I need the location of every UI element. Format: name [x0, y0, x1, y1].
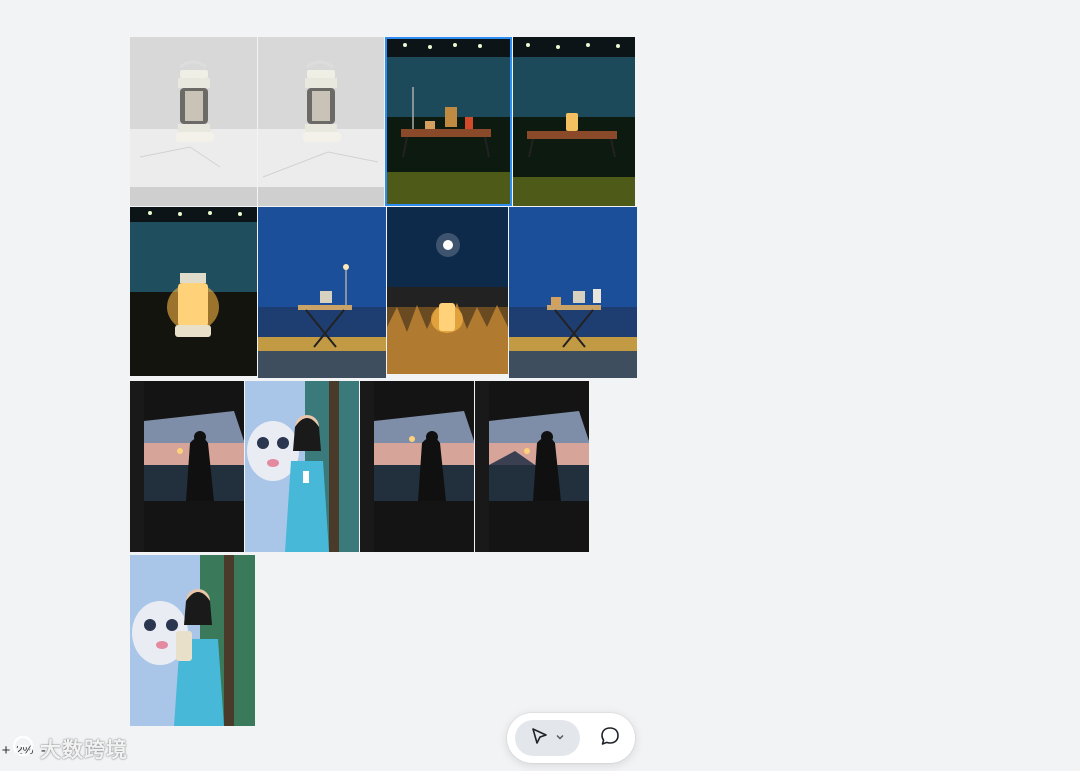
lantern-product-photo — [258, 37, 384, 206]
lantern-closeup-photo — [130, 207, 257, 376]
night-table-photo — [513, 37, 635, 206]
event-portrait-photo — [130, 555, 255, 726]
night-table-photo — [385, 37, 512, 206]
image-silhouette-lantern-sunset-3[interactable] — [475, 381, 589, 552]
zoom-level: 2% — [16, 743, 34, 757]
lantern-product-photo — [130, 37, 257, 206]
silhouette-sunset-photo — [360, 381, 474, 552]
beach-table-photo — [258, 207, 386, 378]
cursor-arrow-icon — [529, 726, 549, 751]
image-silhouette-lantern-sunset-2[interactable] — [360, 381, 474, 552]
image-silhouette-lantern-sunset-1[interactable] — [130, 381, 244, 552]
image-woman-blue-dress-mascot[interactable] — [245, 381, 359, 552]
zoom-in-button[interactable]: + — [0, 742, 12, 759]
image-lantern-table-night-lake-2[interactable] — [513, 37, 635, 206]
image-table-beach-blue-hour[interactable] — [258, 207, 386, 378]
silhouette-sunset-photo — [130, 381, 244, 552]
comment-tool-button[interactable] — [594, 721, 627, 755]
image-table-beach-blue-hour-2[interactable] — [509, 207, 637, 378]
comment-bubble-icon — [599, 725, 621, 752]
image-lantern-closeup-night[interactable] — [130, 207, 257, 376]
image-woman-holding-lantern-mascot[interactable] — [130, 555, 255, 726]
bottom-toolbar — [507, 713, 635, 763]
image-lantern-grass-moon[interactable] — [387, 207, 508, 374]
silhouette-sunset-photo — [475, 381, 589, 552]
design-canvas[interactable] — [0, 0, 1080, 771]
image-lantern-table-night-lake[interactable] — [385, 37, 512, 206]
select-tool-button[interactable] — [515, 720, 580, 756]
event-portrait-photo — [245, 381, 359, 552]
image-lantern-white-bg-2[interactable] — [258, 37, 384, 206]
zoom-out-button[interactable]: - — [37, 742, 49, 759]
chevron-down-icon[interactable] — [555, 729, 565, 747]
image-lantern-white-bg-1[interactable] — [130, 37, 257, 206]
lantern-moon-photo — [387, 207, 508, 374]
zoom-control: + 2% - — [0, 738, 49, 762]
beach-table-photo — [509, 207, 637, 378]
